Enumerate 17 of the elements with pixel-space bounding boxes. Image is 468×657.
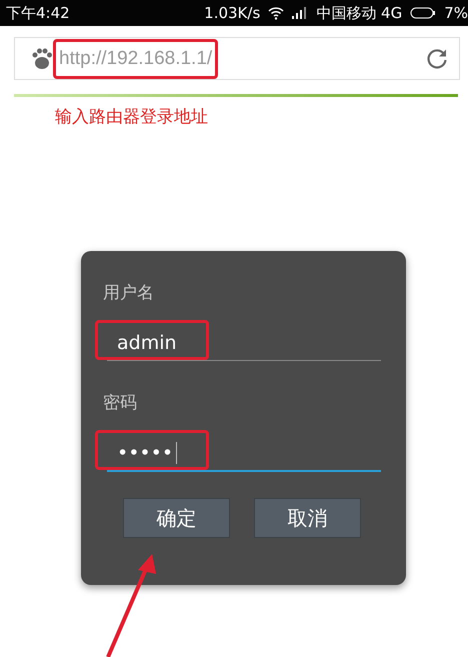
signal-icon [292,7,308,19]
battery-icon [410,7,436,19]
field-label: 用户名 [103,282,155,304]
network-speed: 1.03K/s [204,4,260,22]
annotation-caption: 输入路由器登录地址 [55,106,209,128]
input-field[interactable]: ••••• [107,436,381,472]
dialog-button[interactable]: 取消 [254,498,361,538]
url-text: http://192.168.1.1/ [59,48,212,70]
wifi-icon [268,6,284,20]
clock: 下午4:42 [6,4,70,22]
dialog-button[interactable]: 确定 [123,498,230,538]
carrier-name: 中国移动 4G [316,4,402,22]
reload-icon[interactable] [425,46,449,70]
field-label: 密码 [103,392,138,414]
battery-percent: 7% [444,4,468,22]
input-field[interactable]: admin [107,326,381,361]
paw-icon [31,48,53,70]
